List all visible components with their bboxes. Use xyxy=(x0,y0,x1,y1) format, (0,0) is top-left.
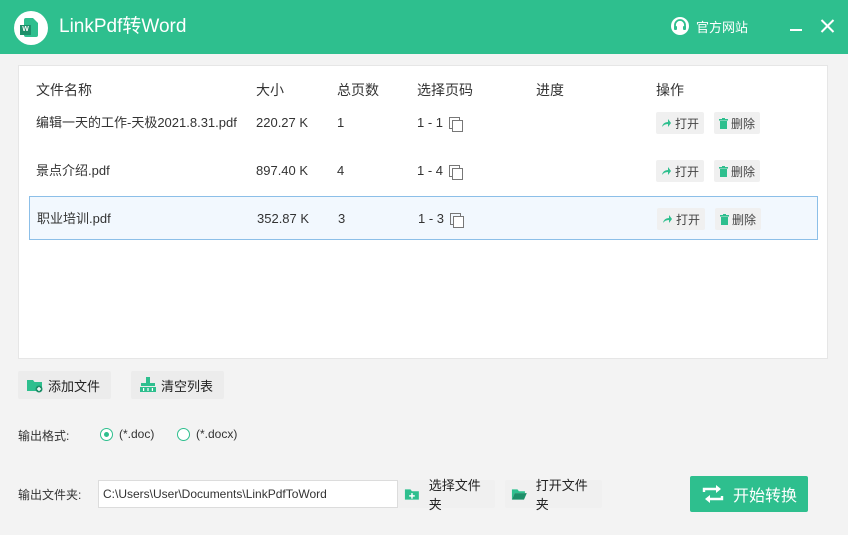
format-docx-label: (*.docx) xyxy=(196,427,238,441)
folder-add-icon xyxy=(27,379,43,392)
file-size: 220.27 K xyxy=(256,115,309,130)
add-file-button[interactable]: 添加文件 xyxy=(18,371,111,399)
trash-icon xyxy=(719,165,728,177)
delete-file-button[interactable]: 删除 xyxy=(714,160,761,182)
delete-file-button[interactable]: 删除 xyxy=(715,208,762,230)
page-range: 1 - 3 xyxy=(418,209,465,229)
file-name: 编辑一天的工作-天极2021.8.31.pdf xyxy=(36,115,237,130)
open-file-label: 打开 xyxy=(675,164,700,179)
open-file-button[interactable]: 打开 xyxy=(656,160,705,182)
file-name: 职业培训.pdf xyxy=(37,211,111,226)
close-button[interactable] xyxy=(816,14,840,38)
convert-arrows-icon xyxy=(702,485,724,503)
start-convert-button[interactable]: 开始转换 xyxy=(690,476,808,512)
trash-icon xyxy=(720,213,729,225)
choose-folder-button[interactable]: 选择文件夹 xyxy=(398,478,495,512)
app-logo-letter: W xyxy=(20,25,31,35)
delete-file-label: 删除 xyxy=(732,212,757,227)
output-format-label: 输出格式: xyxy=(18,429,70,443)
format-doc-label: (*.doc) xyxy=(119,427,155,441)
share-arrow-icon xyxy=(663,215,672,223)
header-size: 大小 xyxy=(256,82,284,98)
share-arrow-icon xyxy=(662,167,671,175)
official-site-link[interactable]: 官方网站 xyxy=(670,16,748,36)
copy-icon[interactable] xyxy=(449,164,464,180)
header-total-pages: 总页数 xyxy=(337,82,379,98)
app-logo: W xyxy=(14,11,48,45)
share-arrow-icon xyxy=(662,119,671,127)
folder-plus-icon xyxy=(404,488,419,500)
radio-dot xyxy=(100,427,113,441)
file-name: 景点介绍.pdf xyxy=(36,163,110,178)
delete-file-label: 删除 xyxy=(731,116,756,131)
app-title: LinkPdf转Word xyxy=(59,16,187,37)
trash-icon xyxy=(719,117,728,129)
header-actions: 操作 xyxy=(656,82,684,98)
page-range: 1 - 1 xyxy=(417,113,464,133)
headset-icon xyxy=(671,17,689,35)
clear-list-button[interactable]: 清空列表 xyxy=(131,371,224,399)
table-row[interactable]: 景点介绍.pdf 897.40 K 4 1 - 4 打开 删除 xyxy=(29,149,818,193)
file-list-panel: 文件名称 大小 总页数 选择页码 进度 操作 编辑一天的工作-天极2021.8.… xyxy=(18,65,828,359)
table-header: 文件名称 大小 总页数 选择页码 进度 操作 xyxy=(19,80,827,100)
format-doc-radio[interactable]: (*.doc) xyxy=(100,427,154,441)
page-range-value: 1 - 1 xyxy=(417,115,444,130)
file-pages: 1 xyxy=(337,115,345,130)
format-docx-radio[interactable]: (*.docx) xyxy=(177,427,237,441)
clear-list-icon xyxy=(140,377,156,392)
output-path-field[interactable] xyxy=(98,480,398,508)
folder-open-icon xyxy=(511,488,527,500)
file-pages: 3 xyxy=(338,211,346,226)
delete-file-button[interactable]: 删除 xyxy=(714,112,761,134)
official-site-label: 官方网站 xyxy=(696,19,749,35)
start-convert-label: 开始转换 xyxy=(732,488,797,505)
table-row[interactable]: 职业培训.pdf 352.87 K 3 1 - 3 打开 删除 xyxy=(29,196,818,240)
title-bar: W LinkPdf转Word 官方网站 xyxy=(0,0,848,54)
copy-icon[interactable] xyxy=(449,116,464,132)
output-folder-label: 输出文件夹: xyxy=(18,488,82,502)
open-file-button[interactable]: 打开 xyxy=(656,112,705,134)
header-progress: 进度 xyxy=(536,82,564,98)
add-file-label: 添加文件 xyxy=(48,378,101,394)
clear-list-label: 清空列表 xyxy=(161,378,214,394)
header-file-name: 文件名称 xyxy=(36,82,92,98)
choose-folder-label: 选择文件夹 xyxy=(428,478,481,512)
page-range-value: 1 - 3 xyxy=(418,211,445,226)
table-row[interactable]: 编辑一天的工作-天极2021.8.31.pdf 220.27 K 1 1 - 1… xyxy=(29,101,818,145)
open-folder-button[interactable]: 打开文件夹 xyxy=(505,478,602,512)
file-pages: 4 xyxy=(337,163,345,178)
copy-icon[interactable] xyxy=(450,212,465,228)
header-page-select: 选择页码 xyxy=(417,82,473,98)
page-range-value: 1 - 4 xyxy=(417,163,444,178)
open-folder-label: 打开文件夹 xyxy=(535,478,588,512)
file-size: 897.40 K xyxy=(256,163,309,178)
open-file-label: 打开 xyxy=(676,212,701,227)
minimize-button[interactable] xyxy=(783,14,807,38)
file-size: 352.87 K xyxy=(257,211,310,226)
radio-dot xyxy=(177,427,190,441)
open-file-button[interactable]: 打开 xyxy=(657,208,706,230)
delete-file-label: 删除 xyxy=(731,164,756,179)
open-file-label: 打开 xyxy=(675,116,700,131)
page-range: 1 - 4 xyxy=(417,161,464,181)
